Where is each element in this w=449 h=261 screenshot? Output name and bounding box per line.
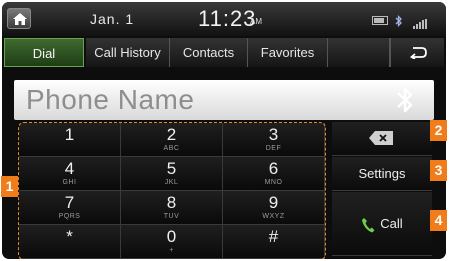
callout-badge-4: 4 (430, 210, 447, 231)
tab-contacts[interactable]: Contacts (170, 38, 248, 67)
call-label: Call (380, 216, 403, 231)
bluetooth-status-icon (395, 14, 405, 27)
tab-spacer (328, 38, 390, 67)
home-button[interactable] (7, 8, 31, 29)
back-button[interactable] (390, 38, 444, 67)
backspace-icon (369, 131, 393, 145)
phone-name-field[interactable]: Phone Name (14, 80, 434, 120)
settings-button[interactable]: Settings (332, 157, 432, 191)
tab-call-history[interactable]: Call History (86, 38, 170, 67)
phone-name-text: Phone Name (26, 84, 195, 115)
home-icon (13, 13, 27, 25)
signal-icon (412, 16, 427, 29)
bluetooth-icon (397, 87, 413, 113)
status-icons (372, 12, 430, 29)
status-bar: Jan. 1 11:23 AM (2, 2, 446, 36)
battery-icon (372, 16, 388, 26)
call-button[interactable]: Call (332, 192, 432, 256)
callout-badge-2: 2 (430, 120, 447, 141)
delete-button[interactable] (332, 122, 432, 156)
tab-dial[interactable]: Dial (4, 38, 84, 67)
status-ampm: AM (250, 17, 262, 26)
keypad-highlight-frame (18, 122, 326, 259)
back-icon (409, 47, 427, 59)
status-date: Jan. 1 (90, 11, 135, 27)
tab-favorites[interactable]: Favorites (248, 38, 328, 67)
phone-tabs: Dial Call History Contacts Favorites (2, 38, 446, 67)
callout-badge-1: 1 (1, 176, 18, 197)
phone-call-icon (362, 217, 375, 233)
status-time: 11:23 (198, 6, 257, 31)
callout-badge-3: 3 (430, 160, 447, 181)
head-unit-screen: Jan. 1 11:23 AM Dial Call History Contac… (2, 2, 446, 259)
